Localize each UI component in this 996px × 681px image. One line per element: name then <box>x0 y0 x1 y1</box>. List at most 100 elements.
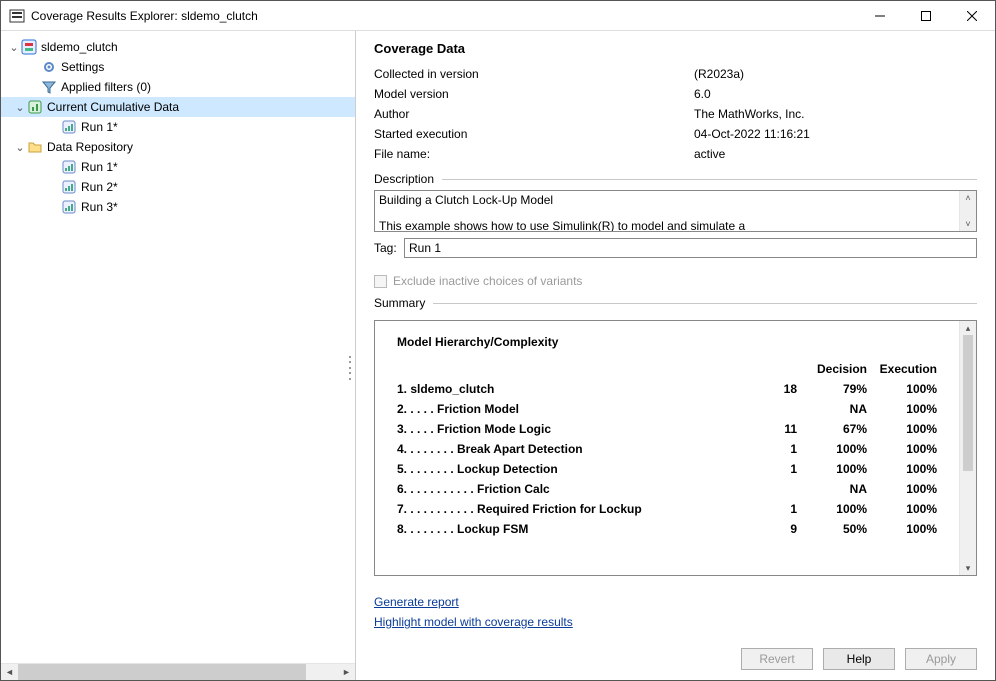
tag-row: Tag: <box>374 238 977 258</box>
summary-row[interactable]: 4. . . . . . . . Break Apart Detection1 1… <box>397 439 937 459</box>
kv-label: Model version <box>374 84 694 104</box>
close-button[interactable] <box>949 1 995 30</box>
row-execution: 100% <box>867 439 937 459</box>
summary-row[interactable]: 2. . . . . Friction ModelNA100% <box>397 399 937 419</box>
tag-label: Tag: <box>374 241 404 255</box>
tree-h-scrollbar[interactable]: ◄ ► <box>1 663 355 680</box>
row-complexity <box>747 479 797 499</box>
scroll-up-icon[interactable]: ▴ <box>966 321 971 335</box>
description-v-scrollbar[interactable]: ˄ ˅ <box>959 191 976 231</box>
kv-value: 6.0 <box>694 84 711 104</box>
summary-table-header: Decision Execution <box>397 359 937 379</box>
row-decision: 50% <box>797 519 867 539</box>
row-complexity: 18 <box>747 379 797 399</box>
maximize-button[interactable] <box>903 1 949 30</box>
gear-icon <box>41 59 57 75</box>
tree-node-dr-run1[interactable]: Run 1* <box>1 157 355 177</box>
tree-node-current-cumulative[interactable]: ⌄ Current Cumulative Data <box>1 97 355 117</box>
revert-button[interactable]: Revert <box>741 648 813 670</box>
tree-node-dr-run2[interactable]: Run 2* <box>1 177 355 197</box>
expander-icon[interactable]: ⌄ <box>7 41 21 54</box>
tree-label: Applied filters (0) <box>61 80 151 94</box>
tree-node-dr-run3[interactable]: Run 3* <box>1 197 355 217</box>
row-decision: NA <box>797 399 867 419</box>
content-area: ⌄ sldemo_clutch Settings <box>1 31 995 680</box>
description-line1: Building a Clutch Lock-Up Model <box>379 193 972 207</box>
scroll-up-icon[interactable]: ˄ <box>965 191 970 205</box>
description-header: Description <box>374 172 977 186</box>
summary-title: Model Hierarchy/Complexity <box>397 335 937 349</box>
exclude-variants-checkbox[interactable]: Exclude inactive choices of variants <box>374 274 977 288</box>
kv-label: File name: <box>374 144 694 164</box>
row-decision: 79% <box>797 379 867 399</box>
model-icon <box>21 39 37 55</box>
kv-value: (R2023a) <box>694 64 744 84</box>
kv-value: 04-Oct-2022 11:16:21 <box>694 124 810 144</box>
tree-node-data-repository[interactable]: ⌄ Data Repository <box>1 137 355 157</box>
tree-node-ccd-run1[interactable]: Run 1* <box>1 117 355 137</box>
tree-label: Run 1* <box>81 160 118 174</box>
help-button[interactable]: Help <box>823 648 895 670</box>
tree-view[interactable]: ⌄ sldemo_clutch Settings <box>1 31 355 663</box>
tree-node-filters[interactable]: Applied filters (0) <box>1 77 355 97</box>
summary-row[interactable]: 6. . . . . . . . . . . Friction CalcNA10… <box>397 479 937 499</box>
row-execution: 100% <box>867 479 937 499</box>
row-name: 1. sldemo_clutch <box>397 379 747 399</box>
description-textarea[interactable]: Building a Clutch Lock-Up Model This exa… <box>374 190 977 232</box>
expander-icon[interactable]: ⌄ <box>13 141 27 154</box>
scroll-down-icon[interactable]: ˅ <box>965 217 970 231</box>
summary-header: Summary <box>374 296 977 310</box>
app-icon <box>9 8 25 24</box>
scroll-thumb[interactable] <box>18 664 306 680</box>
summary-row[interactable]: 8. . . . . . . . Lockup FSM950%100% <box>397 519 937 539</box>
tree-label: Settings <box>61 60 104 74</box>
links-area: Generate report Highlight model with cov… <box>374 592 977 632</box>
row-execution: 100% <box>867 419 937 439</box>
tree-label: Current Cumulative Data <box>47 100 179 114</box>
group-label: Summary <box>374 296 425 310</box>
tree-node-settings[interactable]: Settings <box>1 57 355 77</box>
run-icon <box>61 159 77 175</box>
expander-icon[interactable]: ⌄ <box>13 101 27 114</box>
splitter-handle[interactable] <box>349 356 353 380</box>
row-decision: 100% <box>797 459 867 479</box>
row-complexity: 11 <box>747 419 797 439</box>
details-pane: Coverage Data Collected in version (R202… <box>356 31 995 680</box>
summary-row[interactable]: 7. . . . . . . . . . . Required Friction… <box>397 499 937 519</box>
generate-report-link[interactable]: Generate report <box>374 592 459 612</box>
scroll-right-icon[interactable]: ► <box>338 664 355 680</box>
summary-box: Model Hierarchy/Complexity Decision Exec… <box>374 320 977 576</box>
kv-label: Collected in version <box>374 64 694 84</box>
tag-input[interactable] <box>404 238 977 258</box>
checkbox-icon <box>374 275 387 288</box>
row-name: 5. . . . . . . . Lockup Detection <box>397 459 747 479</box>
summary-v-scrollbar[interactable]: ▴ ▾ <box>959 321 976 575</box>
kv-filename: File name: active <box>374 144 977 164</box>
kv-label: Author <box>374 104 694 124</box>
apply-button[interactable]: Apply <box>905 648 977 670</box>
col-decision: Decision <box>797 359 867 379</box>
tree-label: Run 2* <box>81 180 118 194</box>
row-name: 4. . . . . . . . Break Apart Detection <box>397 439 747 459</box>
scroll-down-icon[interactable]: ▾ <box>966 561 971 575</box>
summary-row[interactable]: 5. . . . . . . . Lockup Detection1100%10… <box>397 459 937 479</box>
kv-started: Started execution 04-Oct-2022 11:16:21 <box>374 124 977 144</box>
scroll-left-icon[interactable]: ◄ <box>1 664 18 680</box>
row-execution: 100% <box>867 519 937 539</box>
tree-node-root[interactable]: ⌄ sldemo_clutch <box>1 37 355 57</box>
row-complexity: 1 <box>747 439 797 459</box>
summary-row[interactable]: 3. . . . . Friction Mode Logic1167%100% <box>397 419 937 439</box>
minimize-button[interactable] <box>857 1 903 30</box>
run-icon <box>61 119 77 135</box>
row-decision: 100% <box>797 499 867 519</box>
tree-label: sldemo_clutch <box>41 40 118 54</box>
checkbox-label: Exclude inactive choices of variants <box>393 274 582 288</box>
summary-row[interactable]: 1. sldemo_clutch1879%100% <box>397 379 937 399</box>
row-complexity: 9 <box>747 519 797 539</box>
scroll-thumb[interactable] <box>963 335 973 471</box>
highlight-model-link[interactable]: Highlight model with coverage results <box>374 612 573 632</box>
row-decision: NA <box>797 479 867 499</box>
row-execution: 100% <box>867 399 937 419</box>
tree-label: Data Repository <box>47 140 133 154</box>
panel-title: Coverage Data <box>374 41 977 56</box>
